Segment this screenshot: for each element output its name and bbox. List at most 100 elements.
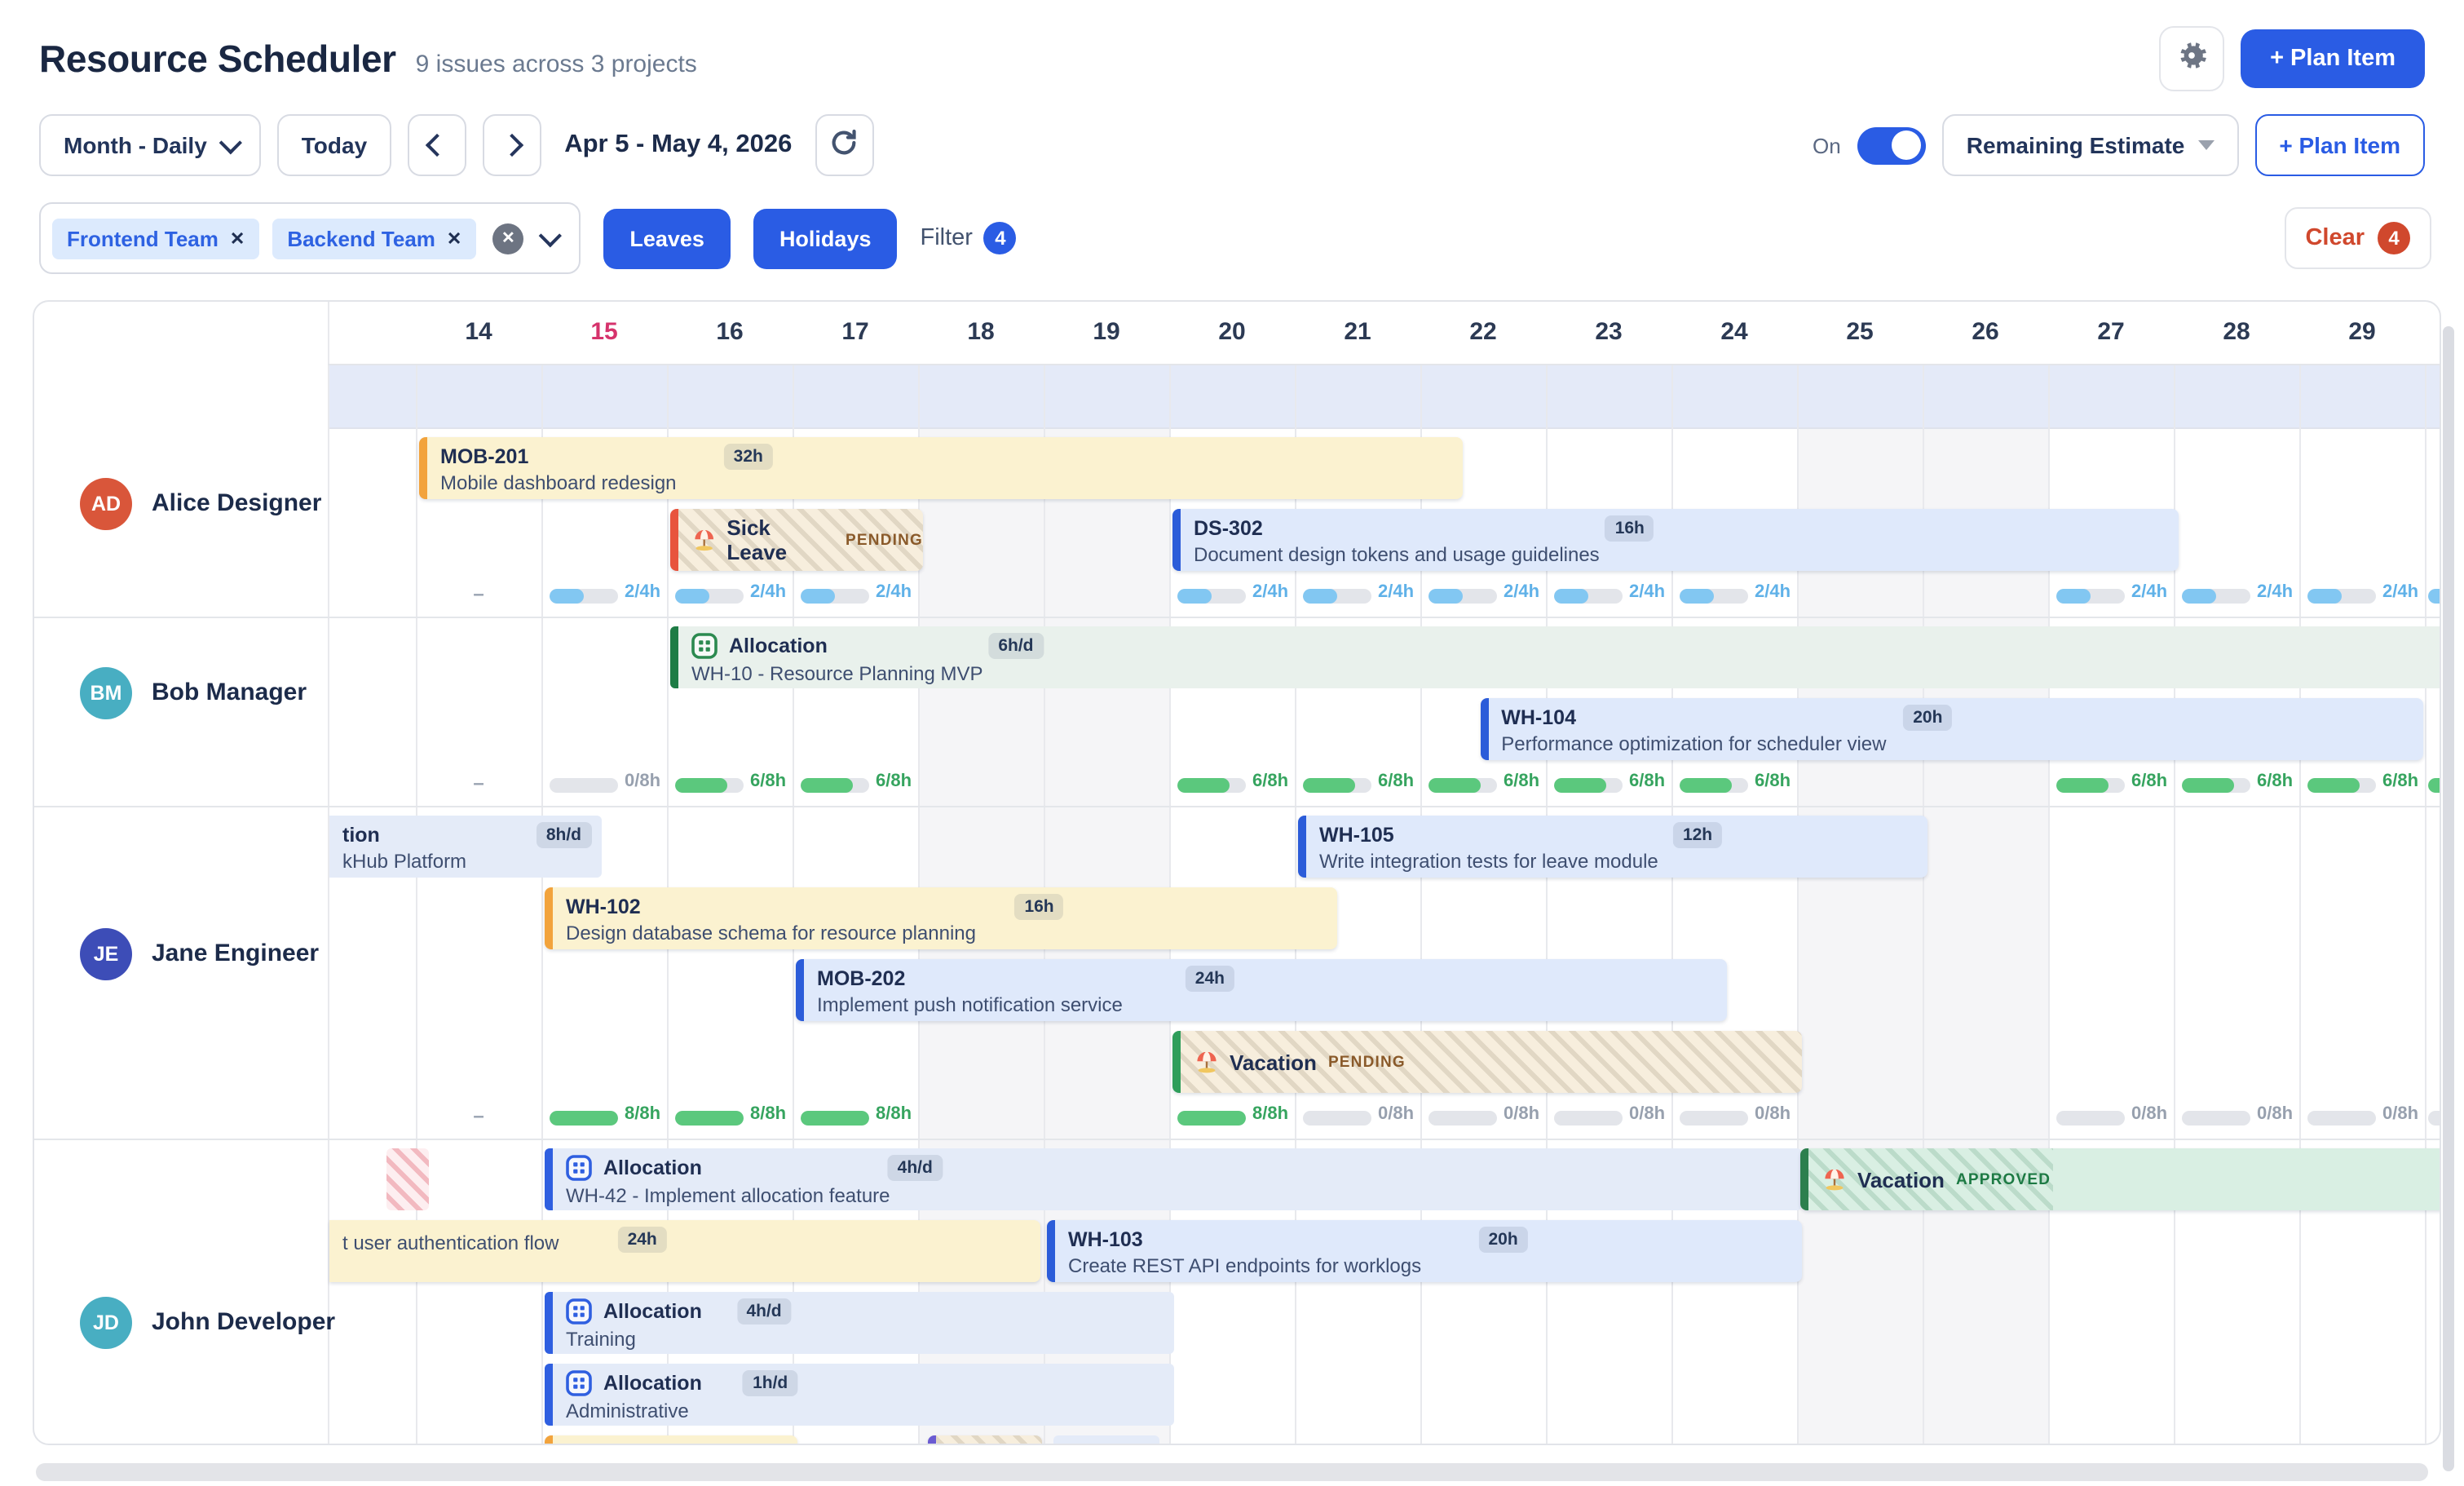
bar-vacation[interactable]: VacationPENDING [1172,1031,1802,1093]
capacity-pill [1554,589,1623,604]
capacity-pill [2428,589,2441,604]
day-header: 17 [793,302,918,364]
day-header: 21 [1295,302,1420,364]
capacity-pill [1303,778,1371,793]
chevron-left-icon [426,134,448,157]
clear-filters-button[interactable]: Clear4 [2284,207,2431,269]
bar-key: WH-102 [553,887,1337,918]
gear-icon [2174,37,2210,81]
allocation-icon [691,633,718,659]
estimate-toggle[interactable] [1857,126,1926,164]
weekend-column [1923,429,2048,1444]
horizontal-scrollbar[interactable] [36,1463,2428,1481]
bar-summary: Create REST API endpoints for worklogs [1055,1251,1802,1277]
bar-persona[interactable]: Persona [928,1435,1043,1445]
capacity-label: 8/8h [625,1104,660,1124]
weekend-column [1797,429,1923,1444]
filter-count-badge: 4 [984,222,1017,254]
clear-selection-icon[interactable]: ✕ [492,223,523,254]
capacity-label: 2/4h [2257,582,2293,602]
capacity-dash: – [416,582,541,605]
vertical-scrollbar[interactable] [2443,326,2454,1471]
bar-frag-pink[interactable] [386,1148,429,1210]
bar-key [329,1220,1040,1228]
leaves-button[interactable]: Leaves [603,208,731,268]
bar-allocation[interactable]: AllocationTraining4h/d [545,1292,1174,1354]
prev-button[interactable] [408,114,466,176]
bar-key: MOB-202 [804,959,1727,990]
team-filter-select[interactable]: Frontend Team ✕ Backend Team ✕ ✕ [39,202,581,274]
plan-item-button[interactable]: + Plan Item [2241,29,2425,88]
bar-wh-102[interactable]: WH-102Design database schema for resourc… [545,887,1337,949]
capacity-label: 0/8h [1755,1104,1791,1124]
plan-item-button-secondary[interactable]: + Plan Item [2254,114,2425,176]
resource-scheduler-app: Resource Scheduler 9 issues across 3 pro… [0,0,2464,1486]
section-divider [34,806,2440,807]
day-header: 24 [1671,302,1797,364]
remove-chip-icon[interactable]: ✕ [447,228,461,249]
capacity-label: 2/4h [750,582,786,602]
estimate-dropdown[interactable]: Remaining Estimate [1942,114,2239,176]
bar-allocation[interactable]: AllocationWH-42 - Implement allocation f… [545,1148,1802,1210]
capacity-label: 8/8h [876,1104,912,1124]
bar-mob-202[interactable]: MOB-202Implement push notification servi… [796,959,1727,1021]
bar-task-yellow[interactable]: t user authentication flow24h [329,1220,1040,1282]
bar-wh-105[interactable]: WH-105Write integration tests for leave … [1298,816,1927,878]
leave-status: PENDING [846,531,923,549]
estimate-badge: 24h [1186,966,1234,992]
team-chip-label: Frontend Team [67,226,219,250]
leave-title: Vacation [1230,1050,1317,1074]
resource-name: Alice Designer [152,478,321,530]
bar-allocation[interactable]: AllocationAdministrative1h/d [545,1364,1174,1426]
resource-name: John Developer [152,1297,335,1349]
bar-frag-lav[interactable] [1053,1435,1160,1445]
team-chip[interactable]: Backend Team ✕ [272,218,476,259]
refresh-button[interactable] [815,114,873,176]
day-header: 14 [416,302,541,364]
chevron-down-icon [219,131,241,154]
page-header: Resource Scheduler 9 issues across 3 pro… [0,0,2464,91]
capacity-pill [675,1111,744,1126]
day-header: 27 [2048,302,2174,364]
capacity-pill [550,778,618,793]
bar-summary: t user authentication flow [329,1228,1040,1254]
bar-alloc-blue[interactable]: tionkHub Platform8h/d [329,816,601,878]
bar-wh-103[interactable]: WH-103Create REST API endpoints for work… [1047,1220,1802,1282]
next-button[interactable] [483,114,541,176]
toggle-knob [1892,130,1921,160]
bar-ds-302[interactable]: DS-302Document design tokens and usage g… [1172,509,2179,571]
day-header: 15 [541,302,667,364]
grid-column-line [2299,364,2301,1444]
filter-button[interactable]: Filter4 [921,222,1017,254]
view-mode-dropdown[interactable]: Month - Daily [39,114,261,176]
bar-sick-leave[interactable]: Sick Leave PENDING [670,509,923,571]
estimate-badge: 16h [1014,894,1063,920]
estimate-badge: 20h [1903,705,1952,731]
holidays-button[interactable]: Holidays [753,208,898,268]
day-header: 19 [1044,302,1169,364]
bar-vacation[interactable]: VacationAPPROVED [1800,1148,2441,1210]
capacity-dash: – [416,772,541,794]
capacity-label: 2/4h [625,582,660,602]
capacity-label: 8/8h [1252,1104,1288,1124]
avatar: JE [80,928,132,980]
leave-title: Sick Leave [726,515,834,564]
bar-title: Allocation [603,1157,702,1179]
team-chip[interactable]: Frontend Team ✕ [52,218,259,259]
bar-wh-104[interactable]: WH-104Performance optimization for sched… [1480,698,2423,760]
day-header: 26 [1923,302,2048,364]
capacity-label: 6/8h [2131,772,2167,791]
team-chip-label: Backend Team [287,226,435,250]
capacity-pill [1680,1111,1748,1126]
date-range: Apr 5 - May 4, 2026 [564,130,792,160]
bar-mob-203[interactable]: MOB-203 [545,1435,797,1445]
section-divider [34,1139,2440,1140]
settings-button[interactable] [2159,26,2224,91]
issues-summary: 9 issues across 3 projects [416,50,697,77]
today-button[interactable]: Today [277,114,391,176]
bar-allocation[interactable]: AllocationWH-10 - Resource Planning MVP6… [670,626,2441,688]
remove-chip-icon[interactable]: ✕ [230,228,245,249]
capacity-pill [1680,778,1748,793]
estimate-badge: 4h/d [888,1155,943,1181]
bar-mob-201[interactable]: MOB-201Mobile dashboard redesign32h [419,437,1463,499]
